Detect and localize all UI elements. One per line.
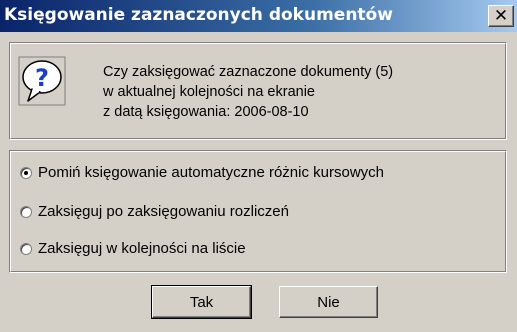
question-icon: ?: [18, 56, 66, 106]
option-after-settlements[interactable]: Zaksięguj po zaksięgowaniu rozliczeń: [20, 203, 289, 220]
option-list-order[interactable]: Zaksięguj w kolejności na liście: [20, 240, 246, 257]
option-skip-fx[interactable]: Pomiń księgowanie automatyczne różnic ku…: [20, 164, 384, 181]
message-line-1: Czy zaksięgować zaznaczone dokumenty (5): [103, 64, 394, 80]
close-button[interactable]: ✕: [488, 5, 514, 27]
option-label: Zaksięguj w kolejności na liście: [38, 240, 246, 257]
radio-button[interactable]: [20, 242, 32, 255]
message-line-2: w aktualnej kolejności na ekranie: [103, 84, 315, 100]
radio-button-checked[interactable]: [20, 166, 32, 179]
no-button[interactable]: Nie: [279, 286, 378, 318]
window-title: Księgowanie zaznaczonych dokumentów: [4, 5, 393, 25]
option-label: Zaksięguj po zaksięgowaniu rozliczeń: [38, 203, 289, 220]
title-bar[interactable]: Księgowanie zaznaczonych dokumentów ✕: [0, 0, 517, 32]
option-label: Pomiń księgowanie automatyczne różnic ku…: [38, 164, 384, 181]
message-line-3: z datą księgowania: 2006-08-10: [103, 104, 309, 120]
confirm-dialog: Księgowanie zaznaczonych dokumentów ✕ ? …: [0, 0, 517, 332]
radio-button[interactable]: [20, 205, 32, 218]
yes-button[interactable]: Tak: [151, 285, 252, 319]
close-icon: ✕: [493, 5, 509, 26]
svg-text:?: ?: [35, 64, 49, 92]
